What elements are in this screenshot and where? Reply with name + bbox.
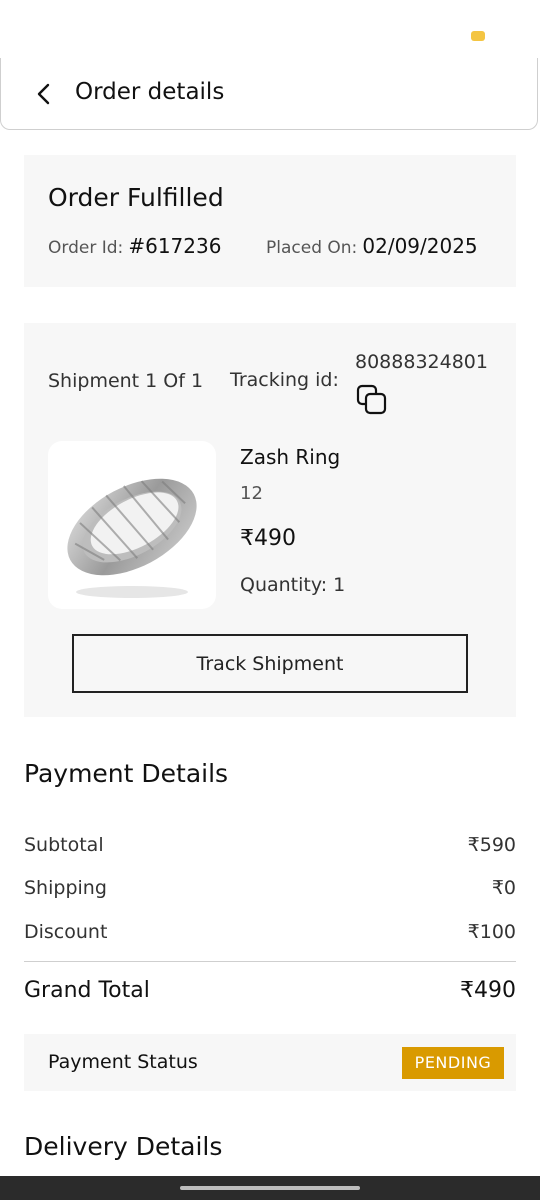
discount-value: ₹100 — [467, 921, 516, 943]
subtotal-value: ₹590 — [467, 834, 516, 856]
subtotal-label: Subtotal — [24, 834, 104, 856]
payment-details-title: Payment Details — [24, 759, 229, 788]
shipping-value: ₹0 — [491, 877, 516, 899]
order-id-label: Order Id: — [48, 238, 124, 258]
placed-on-label: Placed On: — [266, 238, 358, 258]
shipping-row: Shipping ₹0 — [24, 875, 516, 901]
product-price: ₹490 — [240, 526, 296, 551]
status-bar — [0, 0, 540, 58]
notification-indicator-icon — [471, 31, 485, 41]
discount-label: Discount — [24, 921, 108, 943]
order-id-value: #617236 — [128, 234, 222, 258]
tracking-id-value: 80888324801 — [355, 351, 488, 373]
track-shipment-button[interactable]: Track Shipment — [72, 634, 468, 693]
grand-total-row: Grand Total ₹490 — [24, 976, 516, 1006]
product-variant: 12 — [240, 483, 263, 504]
app-bar: Order details — [0, 58, 538, 130]
product-quantity: Quantity: 1 — [240, 574, 346, 596]
order-summary-card: Order Fulfilled Order Id: #617236 Placed… — [24, 155, 516, 287]
payment-status-card: Payment Status PENDING — [24, 1034, 516, 1091]
delivery-details-title: Delivery Details — [24, 1132, 223, 1161]
copy-icon[interactable] — [355, 383, 389, 417]
page-title: Order details — [75, 79, 225, 105]
discount-row: Discount ₹100 — [24, 919, 516, 945]
shipment-card: Shipment 1 Of 1 Tracking id: 80888324801 — [24, 323, 516, 717]
shipment-label: Shipment 1 Of 1 — [48, 370, 204, 392]
divider — [24, 961, 516, 962]
subtotal-row: Subtotal ₹590 — [24, 832, 516, 858]
product-image[interactable] — [48, 441, 216, 609]
shipping-label: Shipping — [24, 877, 107, 899]
system-nav-bar — [0, 1176, 540, 1200]
grand-total-value: ₹490 — [460, 978, 516, 1003]
home-gesture-handle[interactable] — [180, 1186, 360, 1190]
payment-status-badge: PENDING — [402, 1047, 504, 1079]
product-name[interactable]: Zash Ring — [240, 443, 340, 471]
order-status: Order Fulfilled — [48, 183, 224, 212]
placed-on: Placed On: 02/09/2025 — [266, 233, 478, 261]
order-id: Order Id: #617236 — [48, 233, 221, 261]
placed-on-value: 02/09/2025 — [362, 234, 478, 258]
ring-image — [67, 478, 197, 598]
tracking-id-label: Tracking id: — [230, 369, 339, 391]
grand-total-label: Grand Total — [24, 978, 150, 1003]
back-arrow-icon[interactable] — [33, 82, 55, 106]
payment-status-label: Payment Status — [48, 1051, 198, 1073]
